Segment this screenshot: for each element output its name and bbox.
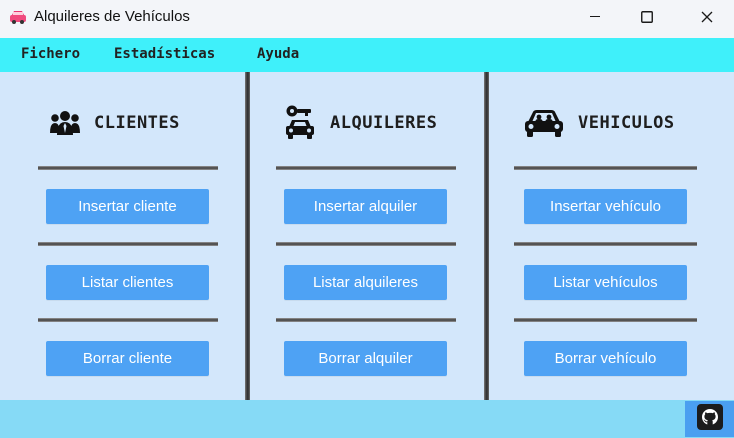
alquileres-header: ALQUILERES — [284, 105, 437, 141]
column-divider — [245, 72, 250, 400]
alquileres-title: ALQUILERES — [330, 113, 438, 133]
car-passengers-icon — [524, 108, 564, 138]
close-button[interactable] — [684, 0, 730, 33]
insertar-vehiculo-button[interactable]: Insertar vehículo — [524, 189, 687, 224]
clientes-title: CLIENTES — [94, 113, 180, 133]
window-title: Alquileres de Vehículos — [34, 8, 190, 25]
menu-item-estadisticas[interactable]: Estadísticas — [114, 46, 215, 62]
separator — [38, 166, 218, 170]
column-divider — [484, 72, 489, 400]
menu-item-fichero[interactable]: Fichero — [21, 46, 80, 62]
insertar-cliente-button[interactable]: Insertar cliente — [46, 189, 209, 224]
separator — [38, 318, 218, 322]
borrar-cliente-button[interactable]: Borrar cliente — [46, 341, 209, 376]
car-key-icon — [284, 105, 316, 141]
separator — [276, 318, 456, 322]
separator — [514, 242, 697, 246]
title-bar: Alquileres de Vehículos — [0, 0, 734, 38]
separator — [514, 166, 697, 170]
maximize-button[interactable] — [624, 0, 670, 33]
separator — [514, 318, 697, 322]
listar-vehiculos-button[interactable]: Listar vehículos — [524, 265, 687, 300]
minimize-icon — [589, 11, 601, 22]
car-app-icon — [9, 9, 27, 25]
close-icon — [701, 11, 713, 23]
menu-item-ayuda[interactable]: Ayuda — [257, 46, 299, 62]
separator — [276, 242, 456, 246]
people-group-icon — [50, 109, 80, 137]
maximize-icon — [641, 10, 653, 23]
borrar-vehiculo-button[interactable]: Borrar vehículo — [524, 341, 687, 376]
separator — [276, 166, 456, 170]
borrar-alquiler-button[interactable]: Borrar alquiler — [284, 341, 447, 376]
insertar-alquiler-button[interactable]: Insertar alquiler — [284, 189, 447, 224]
vehiculos-title: VEHICULOS — [578, 113, 675, 133]
github-button[interactable] — [685, 401, 734, 437]
clientes-header: CLIENTES — [50, 105, 180, 141]
separator — [38, 242, 218, 246]
listar-clientes-button[interactable]: Listar clientes — [46, 265, 209, 300]
vehiculos-header: VEHICULOS — [524, 105, 675, 141]
listar-alquileres-button[interactable]: Listar alquileres — [284, 265, 447, 300]
menu-bar: Fichero Estadísticas Ayuda — [0, 38, 734, 72]
github-icon — [696, 404, 723, 434]
footer-bar — [0, 400, 734, 438]
minimize-button[interactable] — [572, 0, 618, 33]
